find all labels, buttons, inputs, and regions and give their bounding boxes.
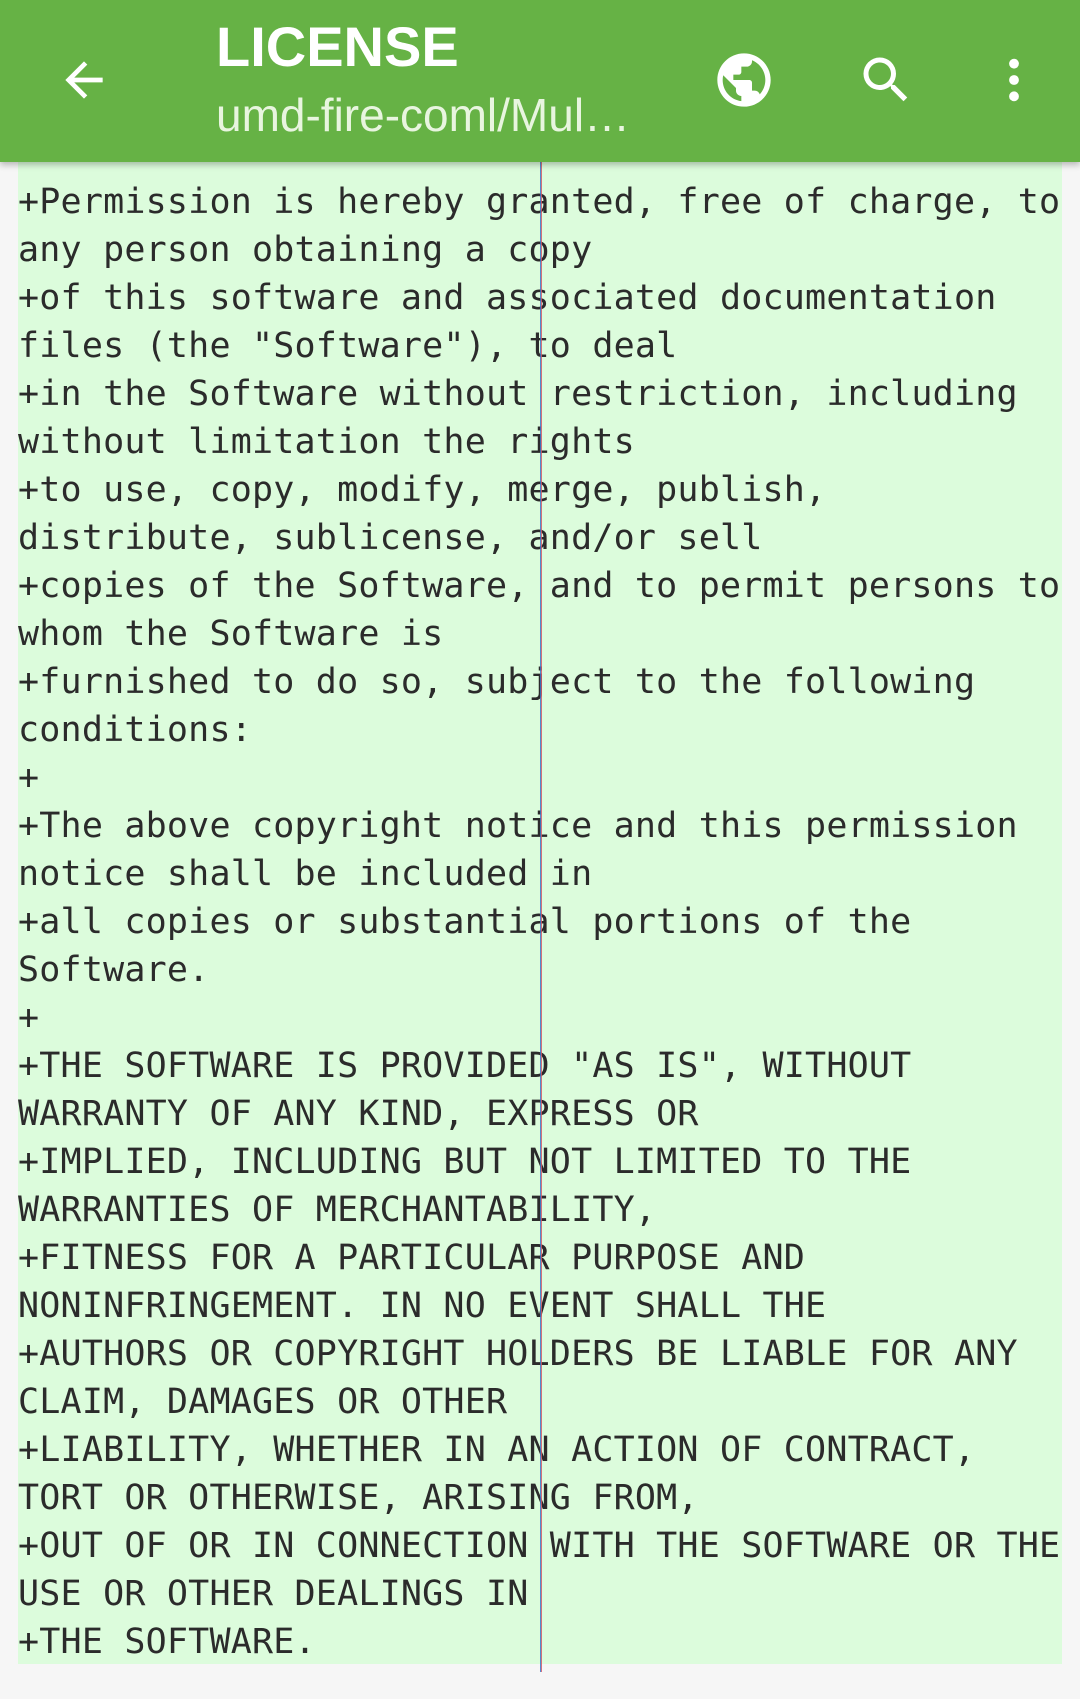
- title-block: LICENSE umd-fire-coml/Mul…: [216, 10, 686, 146]
- open-in-browser-button[interactable]: [696, 36, 792, 124]
- overflow-menu-button[interactable]: [966, 36, 1062, 124]
- arrow-left-icon: [65, 61, 103, 99]
- search-button[interactable]: [838, 36, 934, 124]
- print-margin-guide: [540, 162, 542, 1672]
- back-button[interactable]: [36, 36, 132, 124]
- repo-subtitle: umd-fire-coml/Mul…: [216, 89, 631, 141]
- page-title: LICENSE: [216, 15, 459, 78]
- more-vert-icon: [1009, 58, 1019, 102]
- app-bar: LICENSE umd-fire-coml/Mul…: [0, 0, 1080, 162]
- globe-icon: [717, 53, 771, 107]
- search-icon: [863, 57, 908, 102]
